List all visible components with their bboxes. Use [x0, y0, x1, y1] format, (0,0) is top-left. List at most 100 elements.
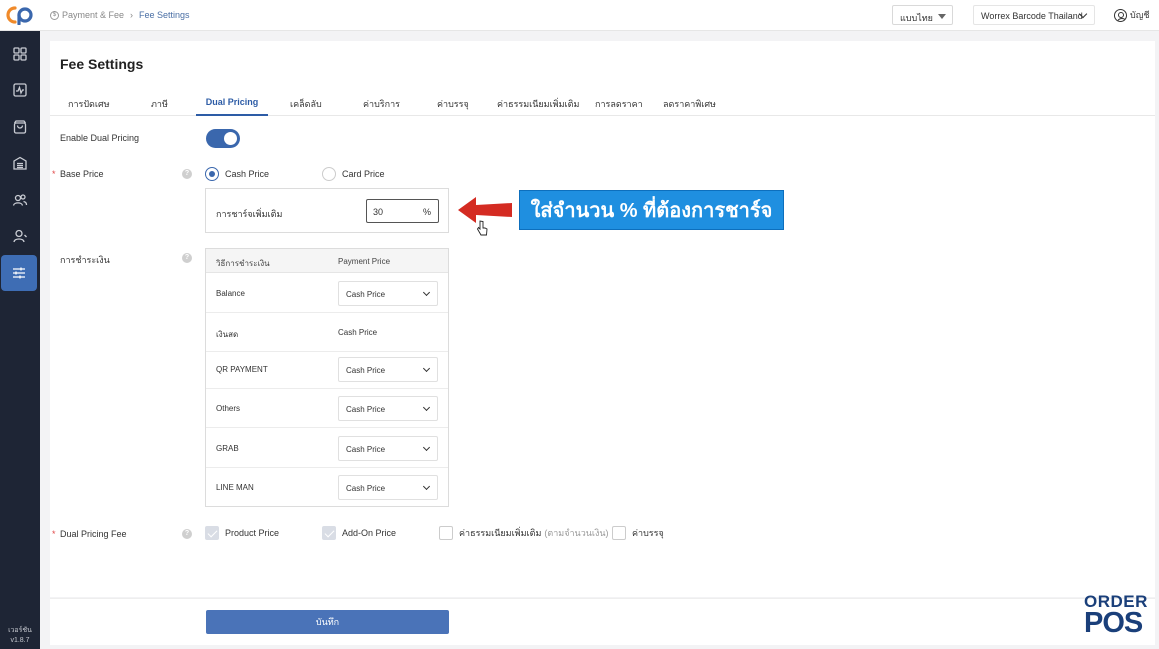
sliders-icon	[13, 267, 25, 279]
dollar-circle-icon: $	[50, 10, 59, 20]
breadcrumb-payment-fee[interactable]: Payment & Fee	[62, 10, 124, 20]
sidebar-item-warehouse[interactable]	[0, 145, 40, 181]
tab-special-discount[interactable]: ลดราคาพิเศษ	[663, 97, 716, 116]
help-icon[interactable]: ?	[182, 169, 192, 179]
dual-pricing-fee-label: * Dual Pricing Fee	[52, 529, 127, 539]
surcharge-value: 30	[373, 207, 384, 217]
dual-pricing-fee-text: Dual Pricing Fee	[60, 529, 127, 539]
sidebar-item-settings[interactable]	[1, 255, 37, 291]
base-price-label: * Base Price	[52, 169, 104, 179]
caret-down-icon	[938, 14, 946, 19]
tab-packaging[interactable]: ค่าบรรจุ	[437, 97, 469, 116]
payment-method-name: เงินสด	[216, 330, 239, 339]
table-row: Balance Cash Price	[206, 274, 448, 313]
checkbox-packaging[interactable]: ค่าบรรจุ	[612, 526, 664, 540]
radio-dot	[322, 167, 336, 181]
radio-cash-price-label: Cash Price	[225, 169, 270, 179]
payment-price-select[interactable]: Cash Price	[338, 475, 438, 500]
sidebar-item-activity[interactable]	[0, 72, 40, 108]
required-asterisk: *	[52, 169, 56, 179]
checkbox-add-on-price[interactable]: Add-On Price	[322, 526, 396, 540]
payment-price-select[interactable]: Cash Price	[338, 436, 438, 461]
surcharge-panel: การชาร์จเพิ่มเติม 30 %	[205, 188, 449, 233]
enable-dual-pricing-label: Enable Dual Pricing	[60, 133, 140, 143]
dashboard-icon	[13, 47, 27, 61]
checkbox-label: Product Price	[225, 528, 280, 538]
radio-cash-price[interactable]: Cash Price	[205, 167, 269, 181]
tab-tips[interactable]: เคล็ดลับ	[290, 97, 322, 116]
chevron-down-icon	[422, 482, 431, 491]
help-icon[interactable]: ?	[182, 253, 192, 263]
payment-method-name: LINE MAN	[216, 483, 254, 492]
footer-bar: บันทึก	[50, 598, 1155, 645]
app-logo-icon[interactable]	[4, 5, 34, 25]
sidebar-item-dashboard[interactable]	[0, 36, 40, 72]
radio-dot	[205, 167, 219, 181]
table-row: GRAB Cash Price	[206, 429, 448, 468]
select-value: Cash Price	[346, 405, 386, 414]
sidebar: เวอร์ชัน v1.8.7	[0, 31, 40, 649]
breadcrumb: $ Payment & Fee › Fee Settings	[50, 10, 190, 20]
chevron-down-icon	[422, 443, 431, 452]
payment-method-name: Others	[216, 404, 241, 413]
brand-line-2: POS	[1084, 607, 1143, 639]
checkbox-label: Add-On Price	[342, 528, 397, 538]
hand-cursor-icon	[476, 220, 488, 236]
select-value: Cash Price	[346, 290, 386, 299]
account-label: บัญชี	[1130, 10, 1150, 20]
tab-extra-fee[interactable]: ค่าธรรมเนียมเพิ่มเติม	[497, 97, 579, 116]
radio-card-price-label: Card Price	[342, 169, 385, 179]
payment-price-select[interactable]: Cash Price	[338, 396, 438, 421]
chevron-right-icon: ›	[130, 10, 134, 20]
activity-icon	[13, 83, 27, 97]
checkbox-label: ค่าธรรมเนียมเพิ่มเติม	[459, 528, 542, 538]
select-value: Cash Price	[346, 484, 386, 493]
payment-method-name: QR PAYMENT	[216, 365, 268, 374]
sidebar-item-staff[interactable]	[0, 218, 40, 254]
radio-card-price[interactable]: Card Price	[322, 167, 385, 181]
language-select[interactable]: แบบไทย	[892, 5, 953, 25]
account-menu[interactable]: บัญชี	[1114, 8, 1150, 22]
table-row: เงินสด Cash Price	[206, 313, 448, 352]
bag-icon	[13, 120, 27, 134]
store-value: Worrex Barcode Thailand	[981, 11, 1083, 21]
surcharge-unit: %	[422, 207, 431, 217]
annotation-callout: ใส่จำนวน % ที่ต้องการชาร์จ	[519, 190, 784, 230]
table-row: LINE MAN Cash Price	[206, 468, 448, 507]
tab-rounding[interactable]: การปัดเศษ	[68, 97, 110, 116]
app-version: เวอร์ชัน v1.8.7	[0, 626, 40, 646]
chevron-down-icon	[422, 288, 431, 297]
payment-method-name: GRAB	[216, 444, 239, 453]
save-button[interactable]: บันทึก	[206, 610, 449, 634]
enable-dual-pricing-toggle[interactable]	[206, 129, 240, 148]
store-select[interactable]: Worrex Barcode Thailand	[973, 5, 1095, 25]
tab-discount[interactable]: การลดราคา	[595, 97, 643, 116]
payment-price-table: วิธีการชำระเงิน Payment Price Balance Ca…	[205, 248, 449, 507]
checkbox-box	[322, 526, 336, 540]
table-row: QR PAYMENT Cash Price	[206, 350, 448, 389]
required-asterisk: *	[52, 529, 56, 539]
payment-method-name: Balance	[216, 289, 245, 298]
payment-price-select[interactable]: Cash Price	[338, 281, 438, 306]
payment-price-select[interactable]: Cash Price	[338, 357, 438, 382]
tab-tax[interactable]: ภาษี	[151, 97, 168, 116]
tab-dual-pricing[interactable]: Dual Pricing	[196, 97, 268, 116]
checkbox-product-price[interactable]: Product Price	[205, 526, 279, 540]
checkbox-box	[612, 526, 626, 540]
users-icon	[12, 194, 28, 206]
column-header-price: Payment Price	[338, 257, 391, 266]
fee-tabs: การปัดเศษ ภาษี Dual Pricing เคล็ดลับ ค่า…	[50, 93, 1155, 116]
tab-service-charge[interactable]: ค่าบริการ	[363, 97, 400, 116]
sidebar-item-orders[interactable]	[0, 109, 40, 145]
payment-label: การชำระเงิน	[60, 255, 110, 265]
fee-settings-card: Fee Settings การปัดเศษ ภาษี Dual Pricing…	[50, 41, 1155, 597]
select-value: Cash Price	[346, 445, 386, 454]
payment-price-static: Cash Price	[338, 328, 378, 337]
surcharge-input[interactable]: 30 %	[366, 199, 439, 223]
table-header: วิธีการชำระเงิน Payment Price	[206, 249, 448, 273]
user-icon	[13, 229, 27, 243]
sidebar-item-customers[interactable]	[0, 182, 40, 218]
help-icon[interactable]: ?	[182, 529, 192, 539]
checkbox-extra-fee[interactable]: ค่าธรรมเนียมเพิ่มเติม (ตามจำนวนเงิน)	[439, 526, 609, 540]
chevron-down-icon	[422, 364, 431, 373]
